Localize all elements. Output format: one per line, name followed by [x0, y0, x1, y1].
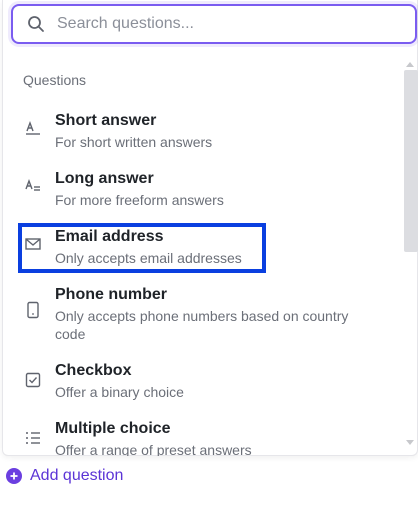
- add-question-label: Add question: [30, 467, 124, 484]
- item-title: Multiple choice: [55, 420, 171, 437]
- search-input[interactable]: [57, 15, 377, 33]
- item-description: Offer a range of preset answers: [55, 442, 252, 456]
- section-label: Questions: [23, 72, 87, 88]
- email-address-highlight: [18, 223, 266, 273]
- list-icon: [23, 428, 43, 448]
- search-box[interactable]: [11, 4, 417, 44]
- question-type-phone-number[interactable]: Phone number Only accepts phone numbers …: [3, 284, 401, 344]
- scroll-down-icon[interactable]: [406, 440, 414, 445]
- item-description-continued: code: [55, 326, 86, 342]
- long-answer-icon: [23, 176, 43, 196]
- question-type-short-answer[interactable]: Short answer For short written answers: [3, 110, 401, 150]
- phone-icon: [23, 300, 43, 320]
- item-title: Long answer: [55, 170, 154, 187]
- item-description: Offer a binary choice: [55, 384, 184, 400]
- item-title: Phone number: [55, 286, 168, 303]
- item-description: For more freeform answers: [55, 192, 224, 208]
- plus-icon: [6, 468, 22, 484]
- question-type-multiple-choice[interactable]: Multiple choice Offer a range of preset …: [3, 418, 401, 456]
- item-description: Only accepts phone numbers based on coun…: [55, 308, 349, 324]
- item-description: For short written answers: [55, 134, 213, 150]
- checkbox-icon: [23, 370, 43, 390]
- item-title: Short answer: [55, 112, 157, 129]
- scrollbar-thumb[interactable]: [404, 70, 418, 252]
- list-scrollbar[interactable]: [401, 56, 418, 456]
- add-question-button[interactable]: Add question: [6, 467, 123, 485]
- short-answer-icon: [23, 118, 43, 138]
- question-type-long-answer[interactable]: Long answer For more freeform answers: [3, 168, 401, 208]
- scroll-up-icon[interactable]: [406, 62, 414, 67]
- question-type-checkbox[interactable]: Checkbox Offer a binary choice: [3, 360, 401, 400]
- item-title: Checkbox: [55, 362, 132, 379]
- search-icon: [27, 15, 45, 33]
